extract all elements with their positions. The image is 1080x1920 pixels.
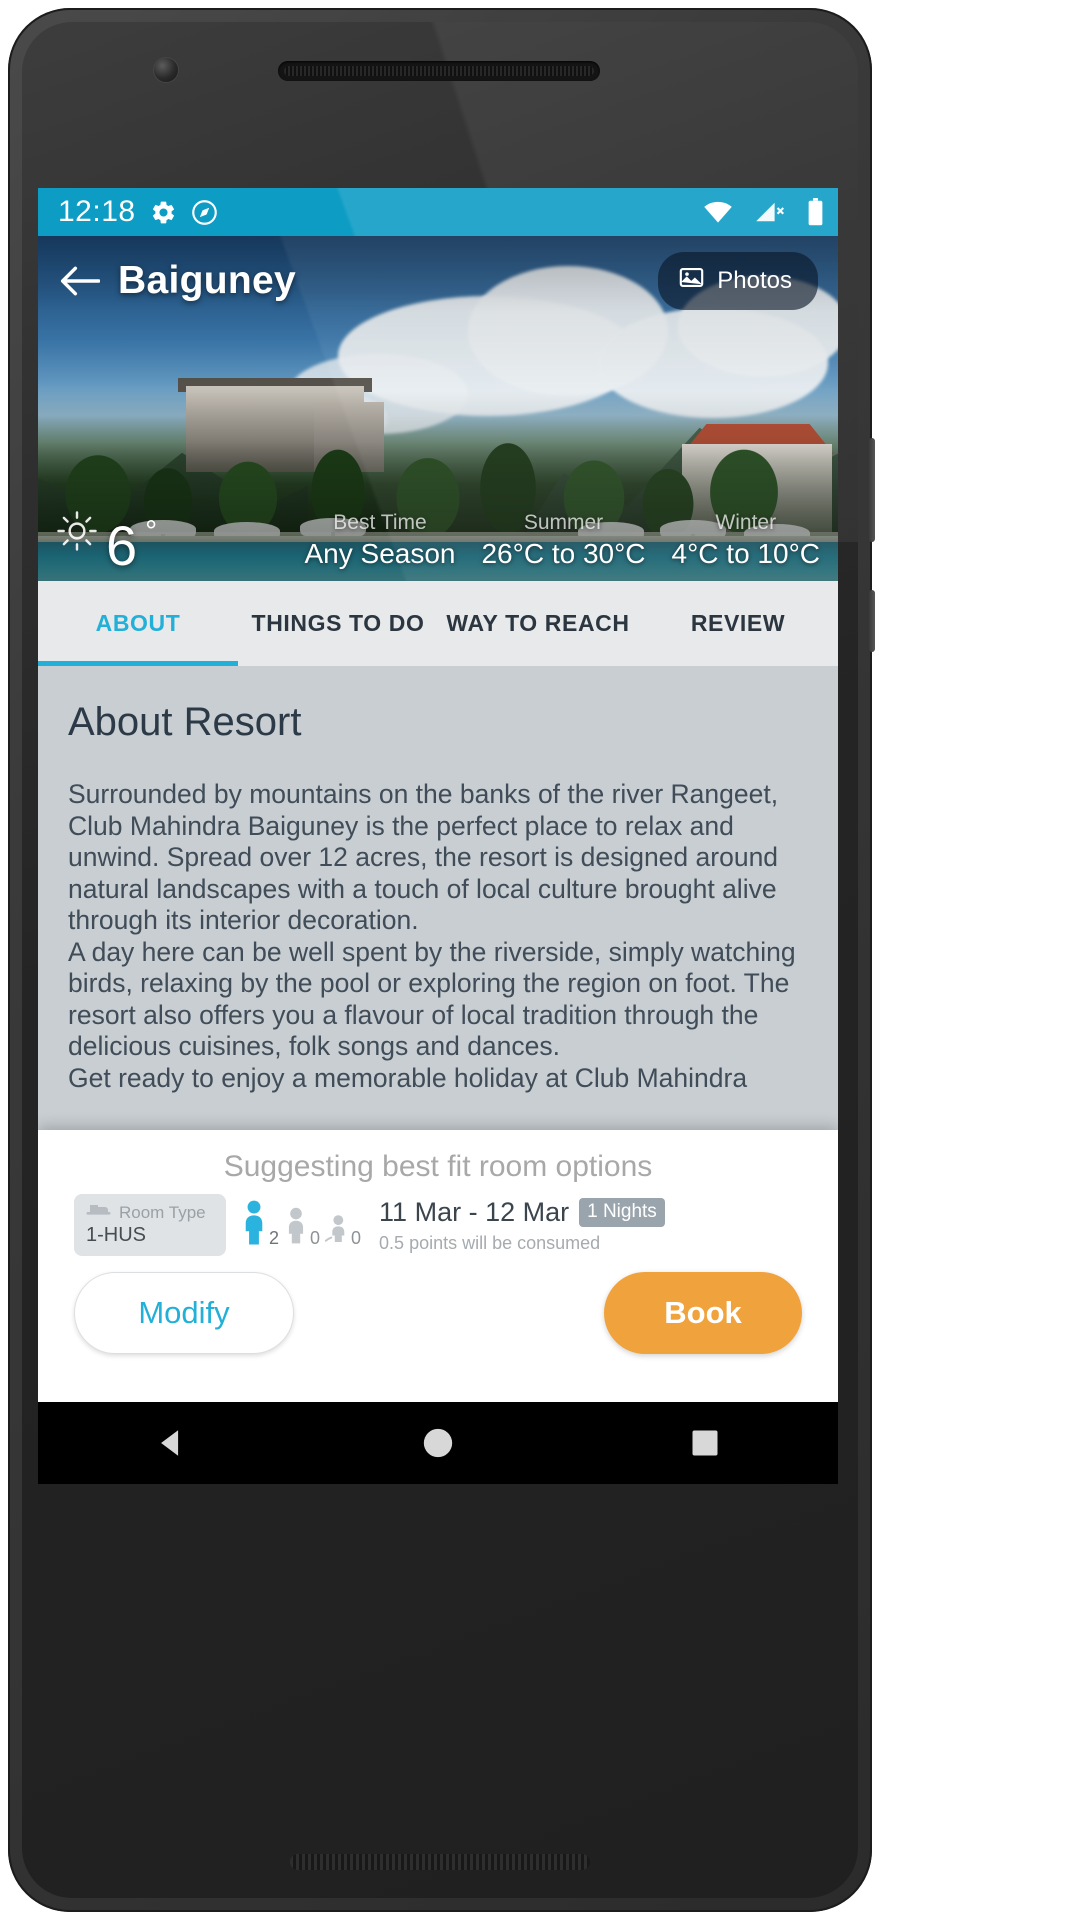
about-section-body: Surrounded by mountains on the banks of …	[68, 779, 808, 1094]
about-paragraph-1: Surrounded by mountains on the banks of …	[68, 779, 779, 936]
adult-count: 2	[269, 1227, 280, 1248]
occupancy-adults[interactable]: 2	[240, 1200, 279, 1251]
nights-badge: 1 Nights	[579, 1197, 665, 1227]
sheet-summary-row: Room Type 1-HUS 2 0 0 11 Mar - 12 Mar 1 …	[38, 1194, 838, 1256]
wifi-icon	[703, 200, 733, 224]
points-note: 0.5 points will be consumed	[379, 1232, 601, 1253]
nav-back-icon[interactable]	[141, 1413, 201, 1473]
cellular-off-icon	[755, 200, 785, 224]
about-paragraph-2: A day here can be well spent by the rive…	[68, 936, 796, 1062]
adult-icon	[240, 1200, 268, 1251]
child-icon	[283, 1206, 309, 1251]
power-button[interactable]	[869, 590, 875, 652]
nav-home-icon[interactable]	[408, 1413, 468, 1473]
about-section-title: About Resort	[68, 700, 302, 744]
sheet-action-row: Modify Book	[38, 1256, 838, 1354]
battery-icon	[807, 198, 824, 226]
compass-icon	[191, 199, 218, 226]
tab-bar: ABOUT THINGS TO DO WAY TO REACH REVIEW	[38, 581, 838, 666]
occupancy-group: 2 0 0	[240, 1200, 361, 1251]
weather-strip: 6 ° Best Time Any Season Summer 26°C to …	[38, 510, 838, 577]
weather-columns: Best Time Any Season Summer 26°C to 30°C…	[304, 510, 820, 571]
weather-column-summer: Summer 26°C to 30°C	[481, 510, 645, 571]
current-temperature: 6 °	[56, 510, 158, 577]
hero-top-bar: Baiguney Photos	[38, 236, 838, 326]
occupancy-children[interactable]: 0	[283, 1206, 320, 1251]
weather-label: Summer	[523, 510, 604, 534]
hero-image: Baiguney Photos 6 ° Best Time Any Season…	[38, 236, 838, 581]
status-bar-left: 12:18	[58, 195, 218, 229]
nav-recents-icon[interactable]	[675, 1413, 735, 1473]
volume-button[interactable]	[869, 438, 875, 542]
room-type-selector[interactable]: Room Type 1-HUS	[74, 1194, 226, 1256]
trip-dates: 11 Mar - 12 Mar	[379, 1196, 570, 1227]
photo-gallery-icon	[678, 264, 705, 298]
weather-column-winter: Winter 4°C to 10°C	[672, 510, 820, 571]
weather-label: Best Time	[333, 510, 427, 534]
page-title: Baiguney	[118, 259, 296, 302]
sun-icon	[56, 510, 98, 557]
about-paragraph-3: Get ready to enjoy a memorable holiday a…	[68, 1062, 748, 1093]
room-type-label: Room Type	[119, 1202, 206, 1222]
photos-button[interactable]: Photos	[658, 252, 818, 310]
room-options-bottom-sheet: Suggesting best fit room options Room Ty…	[38, 1130, 838, 1402]
tab-about[interactable]: ABOUT	[38, 581, 238, 666]
front-camera-icon	[154, 58, 178, 82]
phone-screen: 12:18 Baiguney Photos 6 ° Best Time Any …	[38, 188, 838, 1402]
status-bar: 12:18	[38, 188, 838, 236]
back-arrow-icon[interactable]	[58, 259, 102, 303]
bottom-speaker-grill	[290, 1854, 590, 1870]
weather-label: Winter	[715, 510, 777, 534]
earpiece-speaker	[278, 61, 600, 81]
modify-button[interactable]: Modify	[74, 1272, 294, 1354]
degree-symbol: °	[145, 515, 158, 548]
trip-dates-line: 11 Mar - 12 Mar 1 Nights	[379, 1197, 665, 1228]
infant-count: 0	[351, 1227, 362, 1248]
trip-summary: 11 Mar - 12 Mar 1 Nights 0.5 points will…	[379, 1197, 665, 1254]
weather-value: Any Season	[304, 538, 456, 569]
tab-things-to-do[interactable]: THINGS TO DO	[238, 581, 438, 666]
room-type-value: 1-HUS	[86, 1224, 147, 1246]
child-count: 0	[310, 1227, 321, 1248]
photos-button-label: Photos	[717, 267, 792, 294]
status-bar-right	[689, 198, 824, 226]
gear-icon	[150, 199, 177, 226]
weather-value: 26°C to 30°C	[481, 538, 646, 569]
room-type-header: Room Type	[86, 1202, 212, 1223]
tab-way-to-reach[interactable]: WAY TO REACH	[438, 581, 638, 666]
book-button[interactable]: Book	[604, 1272, 802, 1354]
status-clock: 12:18	[58, 195, 136, 228]
tab-review[interactable]: REVIEW	[638, 581, 838, 666]
android-navigation-bar	[38, 1402, 838, 1484]
bed-icon	[86, 1202, 112, 1223]
weather-column-best-time: Best Time Any Season	[304, 510, 455, 571]
weather-value: 4°C to 10°C	[671, 538, 820, 569]
infant-icon	[324, 1212, 350, 1251]
occupancy-infants[interactable]: 0	[324, 1212, 361, 1251]
sheet-title: Suggesting best fit room options	[223, 1150, 653, 1183]
temperature-value: 6	[106, 513, 138, 577]
